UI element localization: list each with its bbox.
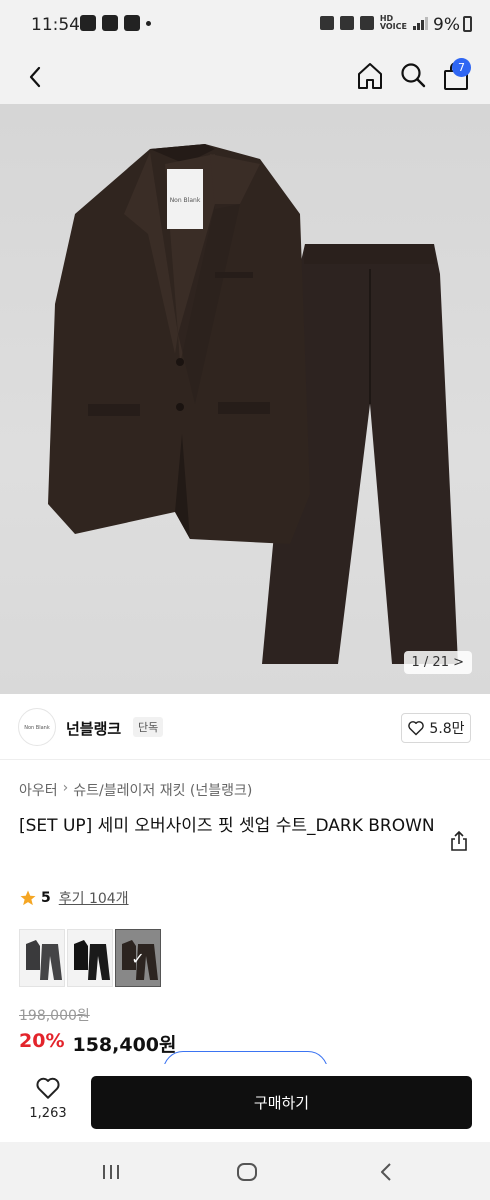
back-arrow-icon[interactable] [22,62,52,92]
heart-icon [408,721,425,736]
battery-saver-icon [319,16,334,30]
product-image[interactable]: Non Blank 1 / 21 > [0,104,490,694]
heart-icon [36,1077,60,1099]
rating-value: 5 [41,890,51,906]
exclusive-badge: 단독 [133,717,164,737]
original-price: 198,000원 [19,1008,90,1024]
breadcrumb-item[interactable]: 슈트/블레이저 재킷 (넌블랭크) [73,780,252,800]
top-nav-bar: 7 [0,50,490,104]
notification-icons [80,15,151,31]
mute-icon [339,16,354,30]
coffee-app-icon [102,15,118,31]
breadcrumb-item[interactable]: 아우터 [19,780,58,800]
app-icon [124,15,140,31]
checkmark-icon: ✓ [131,949,145,968]
suit-illustration: Non Blank [48,144,458,664]
breadcrumb: 아우터 › 슈트/블레이저 재킷 (넌블랭크) [19,780,252,800]
jacket-label: Non Blank [170,197,201,204]
color-swatch-dark-brown[interactable]: ✓ [115,929,161,987]
product-title: [SET UP] 세미 오버사이즈 핏 셋업 수트_DARK BROWN [19,816,435,836]
brand-row: Non Blank 넌블랭크 단독 5.8만 [0,694,490,760]
system-icons: HD VOICE [319,14,428,31]
gallery-icon [80,15,96,31]
wifi-icon [359,16,374,30]
wishlist-button[interactable]: 1,263 [18,1076,78,1130]
review-link[interactable]: 후기 104개 [59,888,129,908]
image-counter[interactable]: 1 / 21 > [403,651,472,674]
share-icon[interactable] [448,830,470,852]
search-icon[interactable] [398,60,428,90]
battery-icon [463,16,472,32]
home-icon[interactable] [355,60,385,92]
discount-rate: 20% [19,1030,65,1052]
status-bar: 11:54 HD VOICE 9% [0,0,490,50]
price-row: 20% 158,400원 [19,1030,177,1057]
color-swatch-charcoal[interactable] [19,929,65,987]
brand-like-count: 5.8만 [429,721,465,737]
cart-count-badge: 7 [452,58,471,77]
signal-icon [413,16,428,30]
buy-button[interactable]: 구매하기 [91,1076,472,1129]
brand-logo[interactable]: Non Blank [18,708,56,746]
status-time: 11:54 [31,15,80,35]
recent-apps-icon[interactable] [100,1162,122,1182]
brand-like-button[interactable]: 5.8만 [401,713,471,743]
system-nav-bar [0,1142,490,1200]
rating-row: 5 후기 104개 [19,888,129,908]
color-options: ✓ [19,929,161,987]
home-button-icon[interactable] [236,1162,258,1182]
battery-percent: 9% [433,15,460,35]
hd-voice-icon: HD VOICE [379,14,407,31]
color-swatch-black[interactable] [67,929,113,987]
sale-price: 158,400원 [72,1034,177,1056]
wishlist-count: 1,263 [29,1106,67,1121]
system-back-icon[interactable] [375,1160,397,1184]
brand-name[interactable]: 넌블랭크 [66,718,121,739]
more-notifications-icon [146,21,151,26]
bottom-purchase-bar: 1,263 구매하기 [0,1064,490,1142]
star-icon [20,890,36,906]
chevron-right-icon: › [62,780,69,796]
